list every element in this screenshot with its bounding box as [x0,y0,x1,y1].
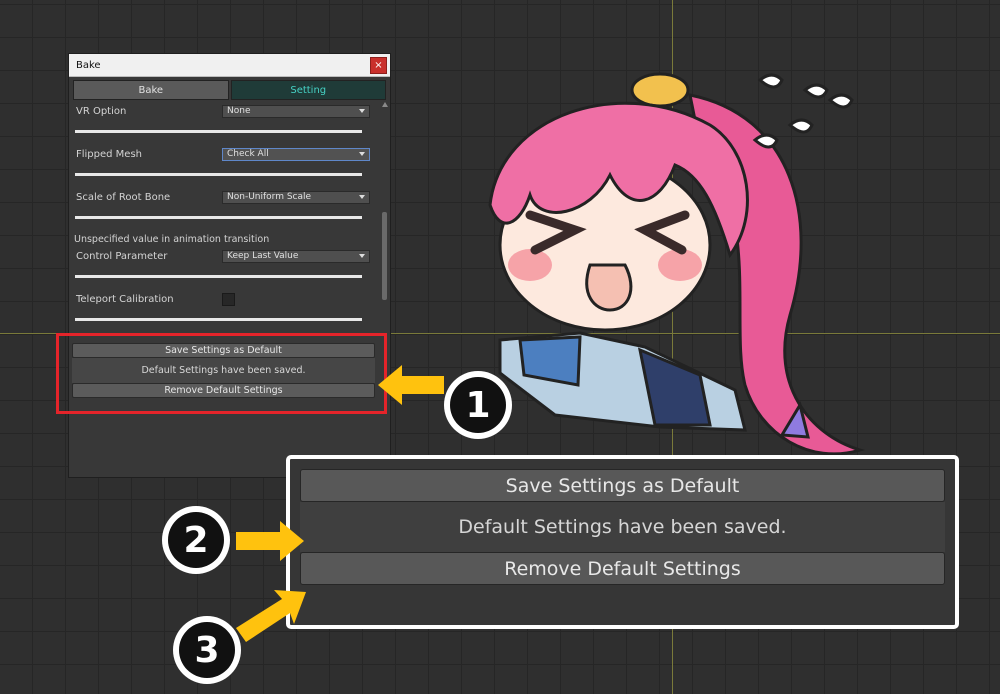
window-title: Bake [76,59,101,71]
callout-badge-1: 1 [444,371,512,439]
chevron-down-icon [359,254,365,258]
flipped-mesh-dropdown[interactable]: Check All [222,147,370,161]
bake-window: Bake × Bake Setting VR Option None Flipp… [68,53,391,478]
vr-option-value: None [227,106,251,116]
divider [75,318,362,321]
character-illustration [488,72,866,456]
zoomed-remove-default-settings-button[interactable]: Remove Default Settings [300,552,945,585]
close-button[interactable]: × [370,56,387,74]
divider [75,130,362,133]
transition-note: Unspecified value in animation transitio… [74,234,270,245]
teleport-calibration-label: Teleport Calibration [76,293,174,305]
highlight-box [56,333,387,414]
control-parameter-dropdown[interactable]: Keep Last Value [222,249,370,263]
scrollbar-thumb[interactable] [382,212,387,300]
settings-panel: VR Option None Flipped Mesh Check All Sc… [69,100,390,470]
callout-number-3: 3 [179,622,235,678]
scale-root-bone-row: Scale of Root Bone Non-Uniform Scale [73,186,376,208]
scale-root-bone-dropdown[interactable]: Non-Uniform Scale [222,190,370,204]
arrow-up-right-icon [236,590,306,642]
arrow-left-icon [378,365,444,405]
flipped-mesh-label: Flipped Mesh [76,148,143,160]
divider [75,173,362,176]
zoomed-save-settings-as-default-button[interactable]: Save Settings as Default [300,469,945,502]
divider [75,275,362,278]
zoomed-default-settings-message: Default Settings have been saved. [300,502,945,552]
vr-option-dropdown[interactable]: None [222,104,370,118]
callout-number-2: 2 [168,512,224,568]
teleport-calibration-checkbox[interactable] [222,292,235,306]
control-parameter-row: Control Parameter Keep Last Value [73,245,376,267]
scroll-up-arrow-icon[interactable] [381,102,388,107]
flipped-mesh-row: Flipped Mesh Check All [73,143,376,165]
vertical-scrollbar[interactable] [381,102,388,312]
chevron-down-icon [359,152,365,156]
callout-number-1: 1 [450,377,506,433]
divider [75,216,362,219]
tab-bake[interactable]: Bake [73,80,229,100]
control-parameter-label: Control Parameter [76,250,168,262]
control-parameter-value: Keep Last Value [227,251,299,261]
vr-option-label: VR Option [76,105,127,117]
teleport-calibration-row: Teleport Calibration [73,288,376,310]
scale-root-bone-value: Non-Uniform Scale [227,192,312,202]
tab-bar: Bake Setting [69,77,390,100]
callout-badge-2: 2 [162,506,230,574]
window-titlebar[interactable]: Bake × [69,54,390,77]
zoomed-callout: Save Settings as Default Default Setting… [286,455,959,629]
flipped-mesh-value: Check All [227,149,269,159]
tab-setting[interactable]: Setting [230,80,386,100]
chevron-down-icon [359,195,365,199]
vr-option-row: VR Option None [73,100,376,122]
scale-root-bone-label: Scale of Root Bone [76,191,171,203]
chevron-down-icon [359,109,365,113]
arrow-right-icon [236,521,304,561]
